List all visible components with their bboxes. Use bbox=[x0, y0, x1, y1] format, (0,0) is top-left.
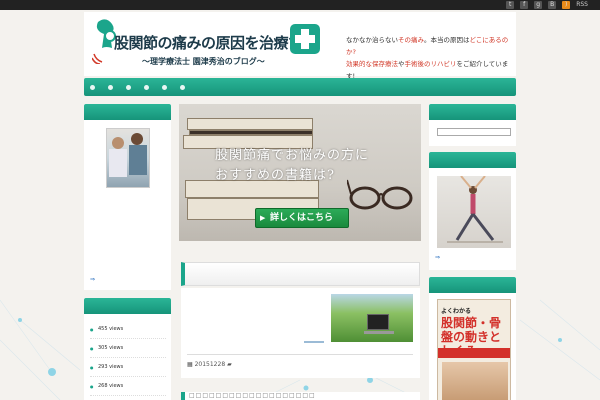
popular-post-item[interactable]: 293 views bbox=[90, 358, 166, 377]
book-cover-kicker: よくわかる bbox=[441, 308, 472, 315]
site-logo[interactable]: 股関節の痛みの原因を治療する 〜理学療法士 園津秀治のブログ〜 bbox=[90, 16, 320, 74]
nav-item-4[interactable] bbox=[144, 84, 149, 90]
popular-post-item[interactable]: 305 views bbox=[90, 339, 166, 358]
banner-headline: 股関節痛でお悩みの方に おすすめの書籍は? bbox=[215, 148, 370, 183]
popular-posts-widget: 455 views 305 views 293 views 268 views bbox=[84, 298, 171, 400]
site-title: 股関節の痛みの原因を治療する bbox=[114, 34, 318, 52]
image-widget-header bbox=[429, 152, 516, 168]
nav-item-1[interactable] bbox=[90, 84, 95, 90]
search-widget-header bbox=[429, 104, 516, 120]
book-cover-photo bbox=[442, 362, 508, 400]
article-date: 20151228 bbox=[194, 361, 226, 368]
popular-posts-list: 455 views 305 views 293 views 268 views bbox=[90, 320, 166, 400]
facebook-icon[interactable]: f bbox=[520, 1, 529, 9]
popular-posts-header bbox=[84, 298, 171, 314]
image-widget: ⇒ bbox=[429, 152, 516, 270]
article-divider bbox=[187, 354, 413, 355]
nav-item-5[interactable] bbox=[162, 84, 167, 90]
folder-icon[interactable]: ▰ bbox=[227, 361, 232, 368]
book-widget-header bbox=[429, 277, 516, 293]
social-icons: t f g B ) RSS bbox=[506, 1, 588, 9]
header-catchphrase: なかなか治らないその痛み。本当の原因はどこにあるのか? 効果的な保存療法や手術後… bbox=[346, 34, 514, 82]
calendar-icon: ▦ bbox=[187, 361, 193, 368]
profile-widget-header bbox=[84, 104, 171, 120]
article-title-bar[interactable] bbox=[181, 262, 420, 286]
recommended-book-widget: よくわかる 股関節・骨盤の動きとしくみ bbox=[429, 277, 516, 400]
yoga-figure-icon bbox=[447, 175, 503, 243]
details-button[interactable]: 詳しくはこちら bbox=[255, 208, 349, 228]
site-header: 股関節の痛みの原因を治療する 〜理学療法士 園津秀治のブログ〜 なかなか治らない… bbox=[84, 12, 516, 80]
site-subtitle: 〜理学療法士 園津秀治のブログ〜 bbox=[142, 57, 265, 66]
article-thumbnail[interactable] bbox=[331, 294, 413, 342]
book-stack-item bbox=[187, 118, 313, 130]
popular-post-item[interactable] bbox=[90, 396, 166, 400]
next-article-title[interactable]: □□□□□□□□□□□□□□□□□□□ bbox=[181, 392, 420, 400]
twitter-icon[interactable]: t bbox=[506, 1, 515, 9]
popular-post-item[interactable]: 268 views bbox=[90, 377, 166, 396]
popular-post-item[interactable]: 455 views bbox=[90, 320, 166, 339]
article-meta: ▦ 20151228 ▰ bbox=[187, 361, 232, 368]
yoga-pose-image[interactable] bbox=[437, 175, 511, 248]
nav-item-2[interactable] bbox=[108, 84, 113, 90]
book-cover-band bbox=[438, 348, 510, 358]
search-input[interactable] bbox=[437, 128, 511, 136]
hatena-icon[interactable]: B bbox=[548, 1, 557, 9]
nav-item-6[interactable] bbox=[180, 84, 185, 90]
search-widget bbox=[429, 104, 516, 146]
article-card: ▦ 20151228 ▰ bbox=[181, 288, 420, 378]
profile-more-link[interactable]: ⇒ bbox=[90, 276, 95, 283]
nav-item-3[interactable] bbox=[126, 84, 131, 90]
rss-icon[interactable]: ) bbox=[562, 1, 571, 9]
thumbnail-caption-link[interactable] bbox=[304, 341, 324, 343]
image-widget-link[interactable]: ⇒ bbox=[435, 254, 440, 261]
profile-widget: ⇒ bbox=[84, 104, 171, 290]
book-cover-image[interactable]: よくわかる 股関節・骨盤の動きとしくみ bbox=[437, 299, 511, 400]
top-bar: t f g B ) RSS bbox=[0, 0, 600, 10]
rss-link[interactable]: RSS bbox=[576, 1, 588, 9]
profile-photo bbox=[106, 128, 150, 188]
google-plus-icon[interactable]: g bbox=[534, 1, 543, 9]
medical-cross-icon bbox=[290, 24, 320, 54]
featured-book-banner[interactable]: 股関節痛でお悩みの方に おすすめの書籍は? 詳しくはこちら bbox=[179, 104, 421, 241]
global-nav bbox=[84, 78, 516, 96]
catch-line-1: なかなか治らないその痛み。本当の原因はどこにあるのか? bbox=[346, 36, 509, 56]
